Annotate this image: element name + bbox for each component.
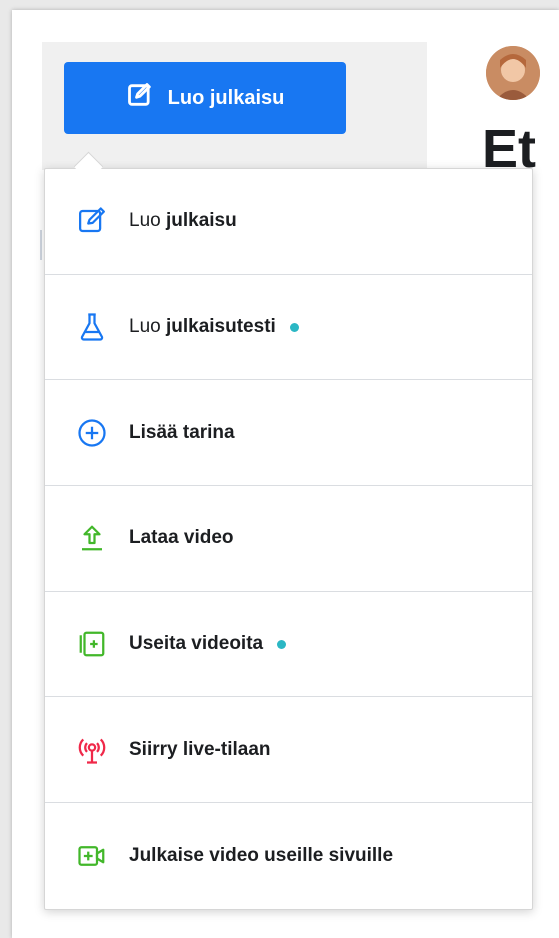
flask-icon	[77, 312, 107, 342]
create-menu-list: Luo julkaisu Luo julkaisutesti Lisää tarin…	[45, 169, 532, 909]
edit-icon	[77, 206, 107, 236]
video-stack-icon	[77, 629, 107, 659]
menu-item-label: Siirry live-tilaan	[129, 739, 271, 761]
edit-icon	[126, 81, 154, 115]
new-indicator-dot	[277, 639, 287, 649]
new-indicator-dot	[289, 322, 299, 332]
create-dropdown-menu: Luo julkaisu Luo julkaisutesti Lisää tarin…	[44, 168, 533, 910]
upload-icon	[77, 523, 107, 553]
menu-item-label-main: Lataa video	[129, 527, 234, 549]
menu-item-lisaa-tarina[interactable]: Lisää tarina	[45, 380, 532, 487]
avatar[interactable]	[486, 46, 540, 100]
menu-item-label: Julkaise video useille sivuille	[129, 845, 393, 867]
menu-item-label-main: julkaisutesti	[165, 316, 276, 338]
menu-item-label-prefix: Luo	[129, 210, 161, 232]
menu-item-label-main: Siirry live-tilaan	[129, 738, 271, 760]
side-divider	[40, 230, 42, 260]
plus-circle-icon	[77, 418, 107, 448]
menu-item-julkaise-video-useille-sivuille[interactable]: Julkaise video useille sivuille	[45, 803, 532, 909]
menu-item-label-main: julkaisu	[165, 210, 237, 232]
menu-item-label: Useita videoita	[129, 633, 263, 655]
menu-item-label: Luo julkaisutesti	[129, 316, 276, 338]
create-post-button[interactable]: Luo julkaisu	[64, 62, 346, 134]
menu-item-siirry-live-tilaan[interactable]: Siirry live-tilaan	[45, 697, 532, 804]
menu-item-label: Lataa video	[129, 527, 234, 549]
create-post-button-label: Luo julkaisu	[167, 86, 285, 109]
menu-item-useita-videoita[interactable]: Useita videoita	[45, 592, 532, 698]
menu-item-label-main: Julkaise video useille sivuille	[129, 844, 394, 866]
menu-item-luo-julkaisu[interactable]: Luo julkaisu	[45, 169, 532, 275]
menu-item-luo-julkaisutesti[interactable]: Luo julkaisutesti	[45, 275, 532, 381]
video-add-icon	[77, 841, 107, 871]
menu-item-label-main: Useita videoita	[129, 633, 264, 655]
live-broadcast-icon	[77, 735, 107, 765]
menu-item-label-prefix: Luo	[129, 316, 161, 338]
menu-item-label-main: Lisää tarina	[129, 421, 235, 443]
menu-item-label: Luo julkaisu	[129, 210, 237, 232]
menu-item-lataa-video[interactable]: Lataa video	[45, 486, 532, 592]
menu-item-label: Lisää tarina	[129, 422, 235, 444]
